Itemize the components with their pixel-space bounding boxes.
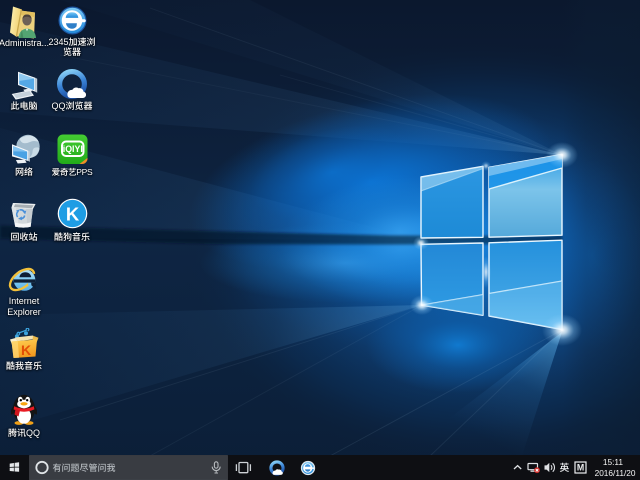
svg-text:K: K — [21, 342, 31, 358]
svg-text:iQIYI: iQIYI — [62, 144, 82, 154]
svg-text:M: M — [577, 463, 584, 473]
svg-text:K: K — [65, 203, 79, 224]
svg-text:15:11: 15:11 — [603, 457, 624, 467]
svg-text:2016/11/20: 2016/11/20 — [595, 468, 636, 478]
svg-text:有问题尽管问我: 有问题尽管问我 — [53, 463, 116, 473]
svg-text:英: 英 — [560, 462, 570, 474]
